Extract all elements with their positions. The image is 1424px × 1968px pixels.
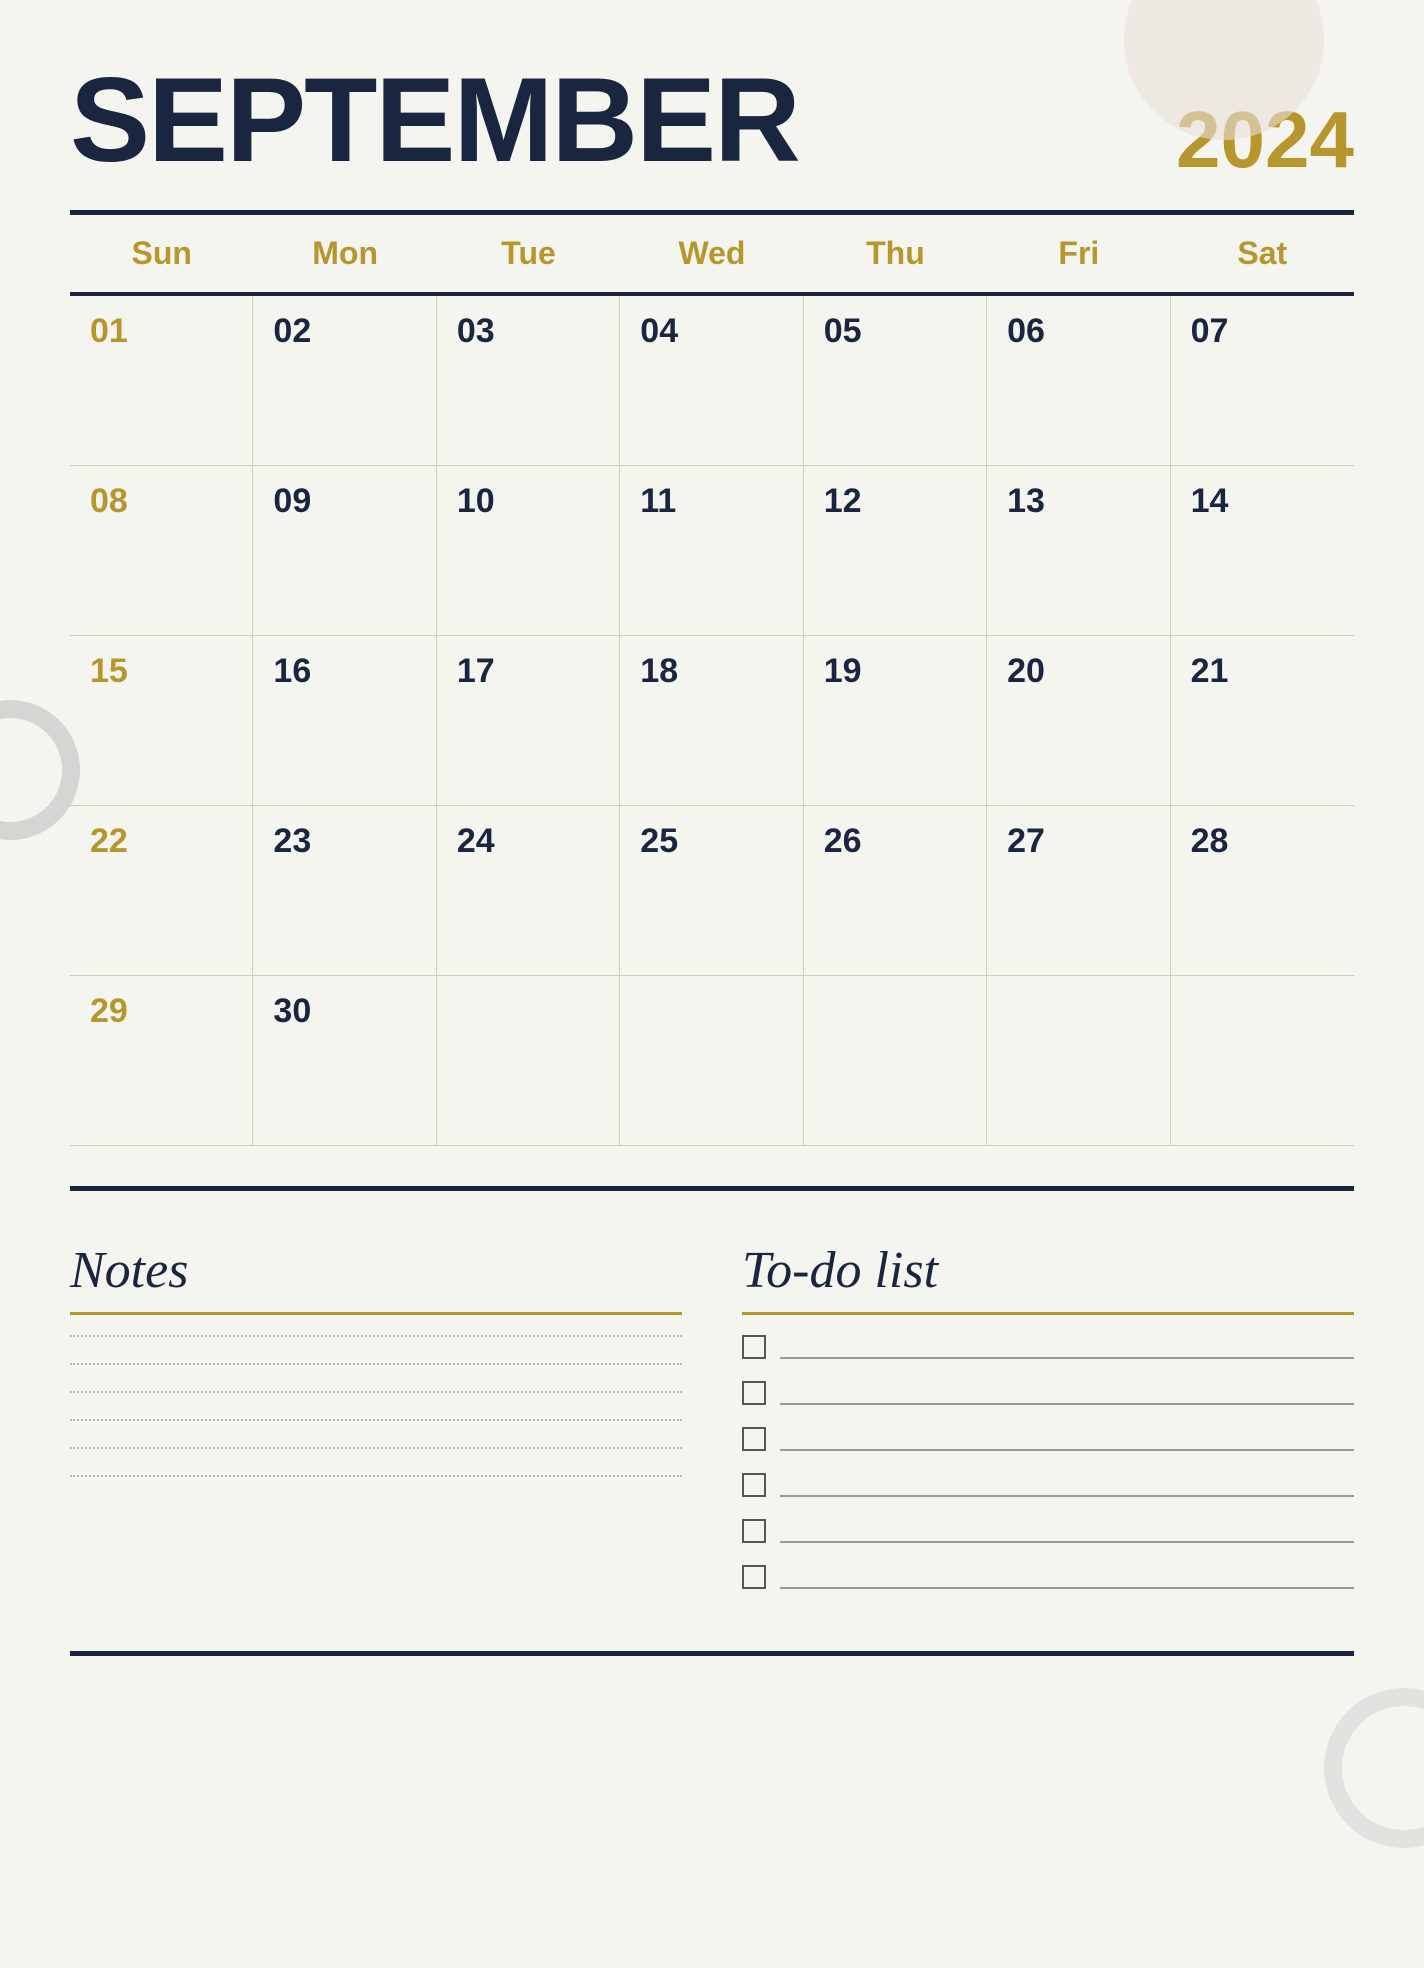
todo-line-1	[780, 1335, 1354, 1359]
todo-line-2	[780, 1381, 1354, 1405]
cell-16: 16	[253, 636, 436, 806]
todo-divider	[742, 1312, 1354, 1315]
cell-15: 15	[70, 636, 253, 806]
cell-05: 05	[804, 296, 987, 466]
page-bottom-border	[70, 1651, 1354, 1656]
header-wed: Wed	[620, 215, 803, 292]
calendar-grid: Sun Mon Tue Wed Thu Fri Sat 01 02 03 04 …	[70, 215, 1354, 1146]
bottom-section: Notes To-do list	[70, 1241, 1354, 1611]
cell-02: 02	[253, 296, 436, 466]
notes-line-4	[70, 1419, 682, 1421]
cell-empty-1	[437, 976, 620, 1146]
cell-07: 07	[1171, 296, 1354, 466]
notes-line-5	[70, 1447, 682, 1449]
cell-14: 14	[1171, 466, 1354, 636]
cell-19: 19	[804, 636, 987, 806]
todo-line-3	[780, 1427, 1354, 1451]
cell-23: 23	[253, 806, 436, 976]
cell-11: 11	[620, 466, 803, 636]
todo-line-5	[780, 1519, 1354, 1543]
cell-03: 03	[437, 296, 620, 466]
notes-title: Notes	[70, 1241, 682, 1300]
todo-checkbox-6[interactable]	[742, 1565, 766, 1589]
todo-checkbox-4[interactable]	[742, 1473, 766, 1497]
todo-item-4	[742, 1473, 1354, 1497]
cell-06: 06	[987, 296, 1170, 466]
cell-18: 18	[620, 636, 803, 806]
cell-24: 24	[437, 806, 620, 976]
cell-09: 09	[253, 466, 436, 636]
cell-12: 12	[804, 466, 987, 636]
notes-line-3	[70, 1391, 682, 1393]
notes-line-1	[70, 1335, 682, 1337]
todo-line-6	[780, 1565, 1354, 1589]
cell-10: 10	[437, 466, 620, 636]
cell-27: 27	[987, 806, 1170, 976]
cell-25: 25	[620, 806, 803, 976]
deco-circle-left	[0, 700, 80, 840]
cell-22: 22	[70, 806, 253, 976]
cell-empty-2	[620, 976, 803, 1146]
cell-30: 30	[253, 976, 436, 1146]
cell-01: 01	[70, 296, 253, 466]
header-sun: Sun	[70, 215, 253, 292]
notes-line-2	[70, 1363, 682, 1365]
cell-28: 28	[1171, 806, 1354, 976]
todo-item-2	[742, 1381, 1354, 1405]
todo-section: To-do list	[742, 1241, 1354, 1611]
header-tue: Tue	[437, 215, 620, 292]
todo-checkbox-1[interactable]	[742, 1335, 766, 1359]
header-sat: Sat	[1171, 215, 1354, 292]
todo-checkbox-3[interactable]	[742, 1427, 766, 1451]
cell-04: 04	[620, 296, 803, 466]
cell-13: 13	[987, 466, 1170, 636]
header-thu: Thu	[804, 215, 987, 292]
cell-empty-3	[804, 976, 987, 1146]
notes-line-6	[70, 1475, 682, 1477]
calendar-bottom-border	[70, 1186, 1354, 1191]
todo-line-4	[780, 1473, 1354, 1497]
todo-item-3	[742, 1427, 1354, 1451]
cell-08: 08	[70, 466, 253, 636]
calendar-day-headers: Sun Mon Tue Wed Thu Fri Sat	[70, 215, 1354, 296]
calendar-body: 01 02 03 04 05 06 07 08 09 10 11 12 13 1…	[70, 296, 1354, 1146]
cell-21: 21	[1171, 636, 1354, 806]
cell-empty-4	[987, 976, 1170, 1146]
todo-checkbox-5[interactable]	[742, 1519, 766, 1543]
todo-checkbox-2[interactable]	[742, 1381, 766, 1405]
month-title: SEPTEMBER	[70, 60, 799, 180]
cell-empty-5	[1171, 976, 1354, 1146]
cell-17: 17	[437, 636, 620, 806]
todo-item-1	[742, 1335, 1354, 1359]
cell-20: 20	[987, 636, 1170, 806]
header-fri: Fri	[987, 215, 1170, 292]
todo-title: To-do list	[742, 1241, 1354, 1300]
cell-29: 29	[70, 976, 253, 1146]
cell-26: 26	[804, 806, 987, 976]
todo-item-5	[742, 1519, 1354, 1543]
calendar-page: SEPTEMBER 20 24 Sun Mon Tue Wed Thu Fri S…	[0, 0, 1424, 1968]
notes-section: Notes	[70, 1241, 682, 1611]
deco-circle-bottom-right	[1324, 1688, 1424, 1848]
notes-divider	[70, 1312, 682, 1315]
todo-item-6	[742, 1565, 1354, 1589]
header-mon: Mon	[253, 215, 436, 292]
